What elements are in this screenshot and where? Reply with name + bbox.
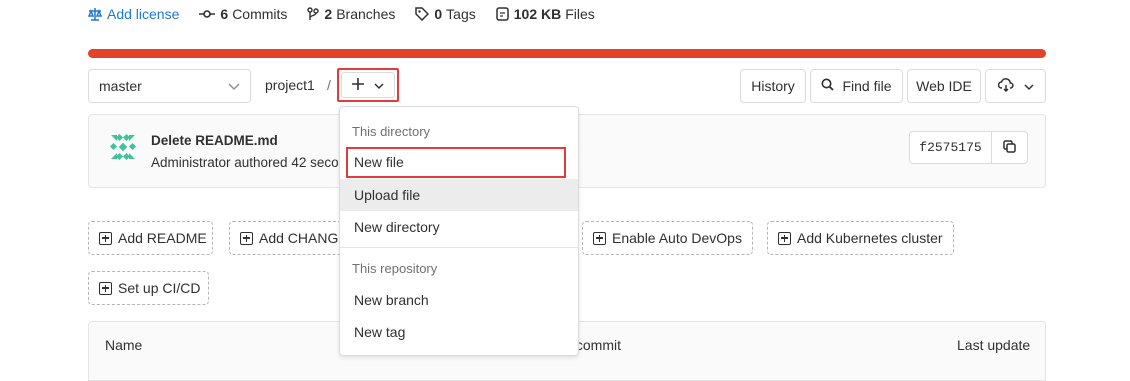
new-file-menu-item[interactable]: New file	[340, 146, 578, 178]
new-tag-label: New tag	[354, 324, 406, 340]
plus-square-icon	[593, 231, 606, 245]
commits-count: 6	[220, 6, 229, 22]
web-ide-label: Web IDE	[916, 78, 972, 94]
find-file-label: Find file	[842, 78, 892, 94]
plus-square-icon	[99, 231, 112, 245]
copy-icon	[1003, 139, 1016, 156]
branch-name: master	[99, 78, 142, 94]
scale-icon	[88, 7, 102, 21]
breadcrumb-project[interactable]: project1	[265, 77, 315, 93]
dropdown-divider	[340, 247, 578, 248]
upload-file-label: Upload file	[354, 187, 421, 203]
new-tag-menu-item[interactable]: New tag	[340, 316, 578, 348]
commits-link[interactable]: 6 Commits	[199, 6, 287, 22]
add-to-tree-button[interactable]	[337, 68, 399, 102]
web-ide-button[interactable]: Web IDE	[907, 69, 981, 103]
cloud-download-icon	[997, 77, 1014, 95]
commit-sha[interactable]: f2575175	[909, 131, 991, 164]
add-license-label: Add license	[107, 6, 180, 22]
tags-label: Tags	[446, 6, 476, 22]
breadcrumb-separator: /	[327, 77, 331, 93]
chevron-down-icon	[374, 77, 384, 93]
column-name: Name	[105, 337, 143, 353]
repository-language-bar	[88, 49, 1046, 58]
add-readme-label: Add README	[118, 230, 207, 246]
files-label: Files	[565, 6, 595, 22]
plus-square-icon	[240, 231, 253, 245]
avatar[interactable]	[107, 131, 139, 166]
tag-icon	[415, 7, 430, 21]
branch-select[interactable]: master	[88, 69, 251, 103]
copy-sha-button[interactable]	[991, 131, 1028, 164]
tags-link[interactable]: 0 Tags	[415, 6, 476, 22]
commit-icon	[199, 7, 216, 21]
upload-file-menu-item[interactable]: Upload file	[340, 179, 578, 211]
add-kubernetes-cluster-button[interactable]: Add Kubernetes cluster	[767, 221, 954, 255]
chevron-down-icon	[1023, 78, 1034, 94]
plus-square-icon	[778, 231, 791, 245]
column-last-update: Last update	[957, 337, 1031, 353]
plus-icon	[352, 77, 364, 93]
add-kubernetes-label: Add Kubernetes cluster	[797, 230, 943, 246]
tags-count: 0	[434, 6, 443, 22]
new-branch-label: New branch	[354, 292, 429, 308]
find-file-button[interactable]: Find file	[810, 69, 903, 103]
new-file-label: New file	[354, 154, 404, 170]
setup-cicd-label: Set up CI/CD	[118, 280, 201, 296]
history-button[interactable]: History	[740, 69, 806, 103]
commit-title[interactable]: Delete README.md	[151, 133, 278, 148]
dropdown-header-repository: This repository	[352, 261, 438, 276]
files-link[interactable]: 102 KB Files	[496, 6, 595, 22]
search-icon	[821, 78, 835, 94]
branches-label: Branches	[336, 6, 396, 22]
enable-auto-devops-label: Enable Auto DevOps	[612, 230, 742, 246]
enable-auto-devops-button[interactable]: Enable Auto DevOps	[582, 221, 753, 255]
clone-download-button[interactable]	[985, 69, 1046, 103]
add-license-link[interactable]: Add license	[88, 6, 179, 22]
add-readme-button[interactable]: Add README	[88, 221, 213, 255]
files-size: 102 KB	[513, 6, 562, 22]
commit-author-line: Administrator authored 42 seconds ago	[151, 155, 341, 170]
new-directory-menu-item[interactable]: New directory	[340, 211, 578, 243]
dropdown-header-directory: This directory	[352, 124, 431, 139]
branches-link[interactable]: 2 Branches	[307, 6, 395, 22]
new-directory-label: New directory	[354, 219, 440, 235]
new-branch-menu-item[interactable]: New branch	[340, 284, 578, 316]
setup-cicd-button[interactable]: Set up CI/CD	[88, 271, 209, 305]
chevron-down-icon	[228, 78, 240, 94]
plus-square-icon	[99, 281, 112, 295]
history-label: History	[751, 78, 795, 94]
branch-icon	[307, 7, 320, 21]
hard-drive-icon	[496, 7, 509, 21]
project-stats: Add license 6 Commits 2 Branches 0 Tags …	[88, 4, 615, 24]
branches-count: 2	[324, 6, 333, 22]
commits-label: Commits	[232, 6, 288, 22]
